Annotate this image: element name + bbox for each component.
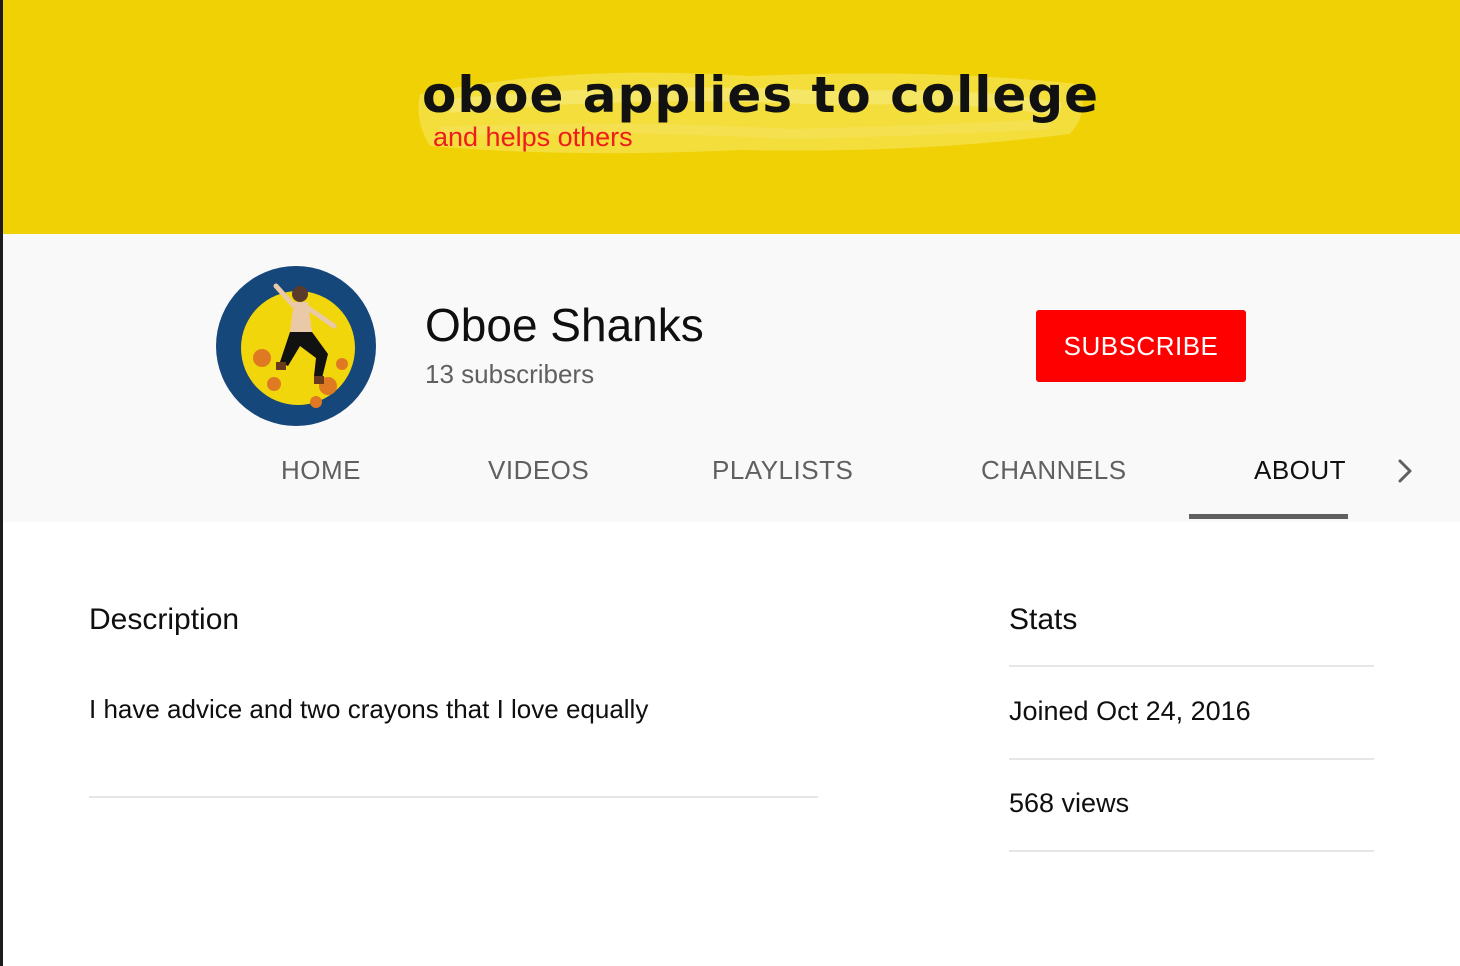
- view-count: 568 views: [1009, 788, 1130, 818]
- avatar-image: [241, 283, 355, 408]
- joined-date: Joined Oct 24, 2016: [1009, 696, 1251, 726]
- channel-name: Oboe Shanks: [425, 299, 704, 351]
- stats-heading: Stats: [1009, 603, 1078, 636]
- description-divider: [89, 796, 818, 798]
- stats-divider-bottom: [1009, 850, 1374, 852]
- tab-home[interactable]: HOME: [281, 455, 361, 486]
- active-tab-indicator: [1189, 514, 1348, 519]
- channel-header: Oboe Shanks 13 subscribers SUBSCRIBE HOM…: [0, 234, 1460, 522]
- channel-avatar[interactable]: [216, 266, 376, 426]
- description-text: I have advice and two crayons that I lov…: [89, 694, 649, 724]
- stats-divider-middle: [1009, 758, 1374, 760]
- channel-banner: oboe applies to college and helps others: [0, 0, 1460, 234]
- subscriber-count: 13 subscribers: [425, 359, 595, 389]
- chevron-right-icon[interactable]: [1392, 458, 1418, 484]
- banner-title: oboe applies to college: [422, 66, 1100, 124]
- description-heading: Description: [89, 603, 240, 636]
- tab-about[interactable]: ABOUT: [1254, 455, 1346, 486]
- tab-playlists[interactable]: PLAYLISTS: [712, 455, 853, 486]
- banner-subtitle: and helps others: [433, 122, 633, 152]
- tab-channels[interactable]: CHANNELS: [981, 455, 1127, 486]
- subscribe-button[interactable]: SUBSCRIBE: [1036, 310, 1246, 382]
- window-edge: [0, 0, 3, 966]
- tab-videos[interactable]: VIDEOS: [488, 455, 589, 486]
- stats-divider-top: [1009, 665, 1374, 667]
